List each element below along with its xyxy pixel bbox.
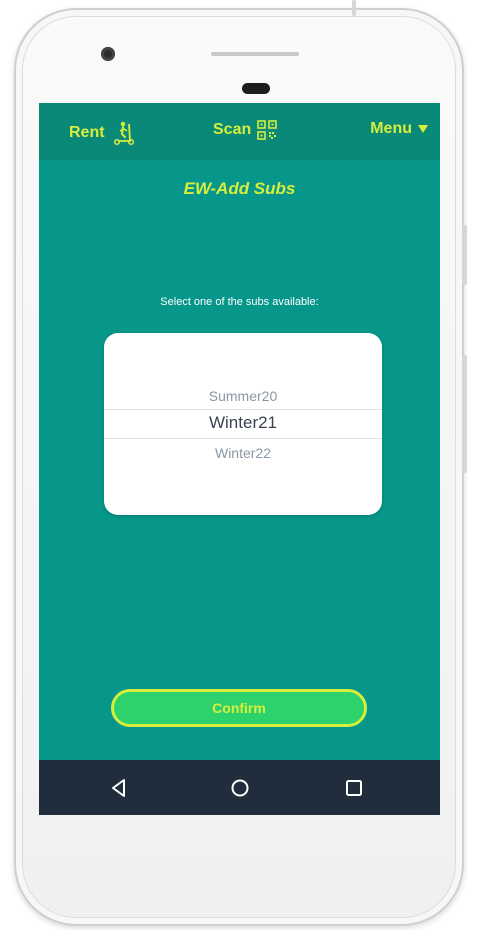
rent-label: Rent [69, 124, 105, 141]
back-icon[interactable] [109, 778, 129, 798]
picker-selection-line-top [104, 409, 382, 410]
picker-selection-line-bottom [104, 438, 382, 439]
scooter-icon [113, 121, 134, 146]
top-navigation-bar: Rent Scan Menu [39, 103, 440, 160]
top-button [352, 0, 356, 16]
qr-code-icon [257, 120, 278, 140]
caret-down-icon [418, 125, 428, 133]
speaker-slot [211, 52, 299, 56]
front-camera [101, 47, 115, 61]
subscription-picker[interactable]: Summer20 Winter21 Winter22 [104, 333, 382, 515]
volume-button [462, 225, 467, 285]
earpiece [242, 83, 270, 94]
selection-prompt: Select one of the subs available: [160, 296, 319, 308]
recents-icon[interactable] [344, 778, 364, 798]
picker-option-selected[interactable]: Winter21 [104, 413, 382, 433]
picker-option[interactable]: Summer20 [104, 388, 382, 404]
rent-nav-button[interactable]: Rent [69, 120, 137, 146]
picker-option[interactable]: Winter22 [104, 445, 382, 461]
scan-nav-button[interactable]: Scan [213, 120, 278, 140]
confirm-button[interactable]: Confirm [111, 689, 367, 727]
system-navigation-bar [39, 760, 440, 815]
menu-label: Menu [370, 120, 412, 137]
menu-nav-button[interactable]: Menu [370, 120, 428, 138]
app-screen: Rent Scan Menu EW-Add Subs Select one of… [39, 103, 440, 815]
home-icon[interactable] [230, 778, 250, 798]
power-button [462, 355, 467, 473]
page-title: EW-Add Subs [183, 179, 296, 198]
scan-label: Scan [213, 121, 252, 138]
